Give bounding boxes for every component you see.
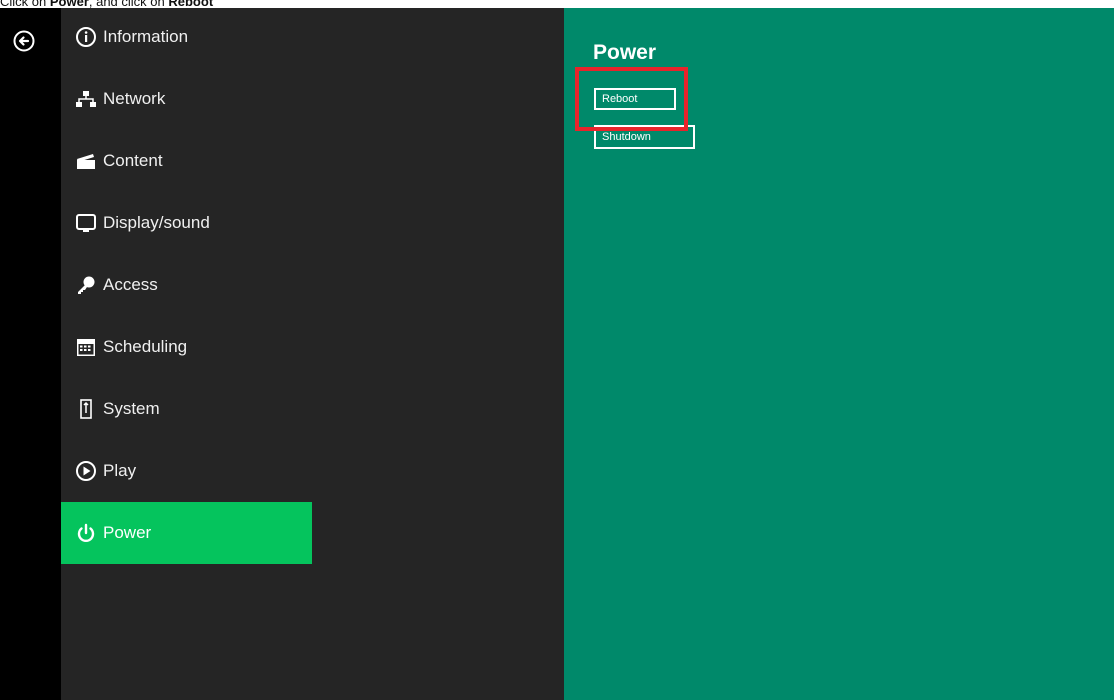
settings-sidebar: Information Network Content Display/soun… xyxy=(61,8,564,700)
back-button[interactable] xyxy=(13,30,35,52)
back-arrow-circle-icon xyxy=(13,30,35,52)
sidebar-item-label: Content xyxy=(103,151,163,170)
network-icon xyxy=(75,88,97,110)
sidebar-item-label: Play xyxy=(103,461,137,480)
sidebar-item-label: Scheduling xyxy=(103,337,188,356)
sidebar-item-label: Display/sound xyxy=(103,213,210,232)
sidebar-item-label: Power xyxy=(103,523,152,542)
sidebar-item-scheduling[interactable]: Scheduling xyxy=(61,316,312,378)
sidebar-item-system[interactable]: System xyxy=(61,378,312,440)
sidebar-item-network[interactable]: Network xyxy=(61,68,312,130)
power-icon xyxy=(75,522,97,544)
monitor-icon xyxy=(75,212,97,234)
power-panel: Power Reboot Shutdown xyxy=(564,8,1114,700)
sidebar-item-label: Network xyxy=(103,89,166,108)
clapperboard-icon xyxy=(75,150,97,172)
sidebar-item-information[interactable]: Information xyxy=(61,6,312,68)
instruction-part: Click on xyxy=(0,0,50,8)
sidebar-item-access[interactable]: Access xyxy=(61,254,312,316)
system-icon xyxy=(75,398,97,420)
sidebar-item-play[interactable]: Play xyxy=(61,440,312,502)
settings-app: Information Network Content Display/soun… xyxy=(0,8,1114,700)
shutdown-button[interactable]: Shutdown xyxy=(594,125,695,149)
sidebar-item-display-sound[interactable]: Display/sound xyxy=(61,192,312,254)
sidebar-item-label: System xyxy=(103,399,160,418)
reboot-button[interactable]: Reboot xyxy=(594,88,676,110)
sidebar-item-power[interactable]: Power xyxy=(61,502,312,564)
key-icon xyxy=(75,274,97,296)
left-rail xyxy=(0,8,61,700)
page-title: Power xyxy=(593,41,657,64)
play-circle-icon xyxy=(75,460,97,482)
calendar-icon xyxy=(75,336,97,358)
info-circle-icon xyxy=(75,26,97,48)
sidebar-item-label: Access xyxy=(103,275,158,294)
sidebar-item-label: Information xyxy=(103,27,189,46)
sidebar-item-content[interactable]: Content xyxy=(61,130,312,192)
